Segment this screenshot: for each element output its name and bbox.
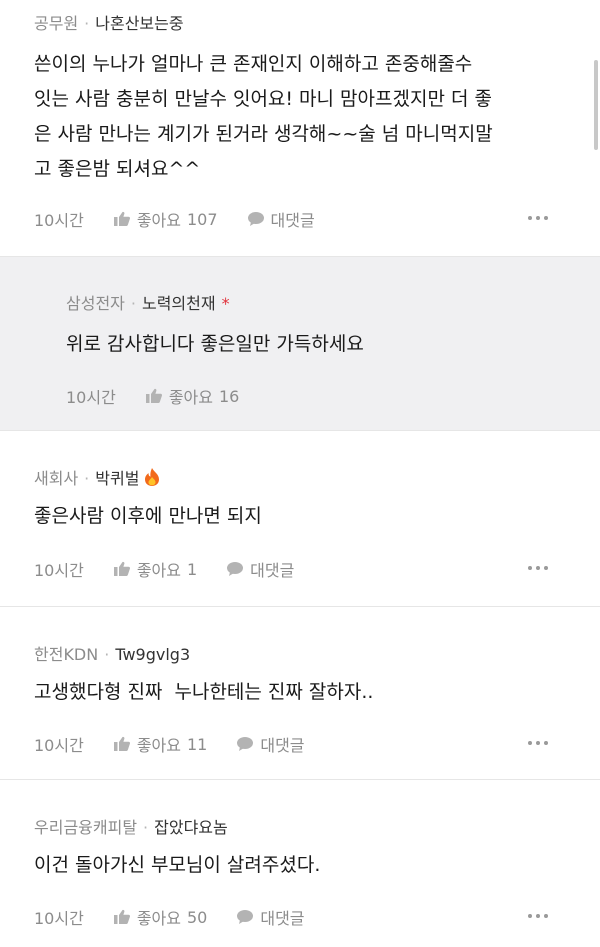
comment-actions: 10시간 좋아요 16: [66, 384, 239, 408]
reply-button[interactable]: 대댓글: [236, 732, 305, 756]
separator-dot: ·: [143, 818, 149, 837]
author-nickname: 잡았댜요놈: [154, 818, 228, 837]
comment-time: 10시간: [34, 561, 84, 580]
comment-author[interactable]: 우리금융캐피탈 · 잡았댜요놈: [34, 814, 228, 838]
more-dot-icon: [544, 566, 548, 570]
reply-button[interactable]: 대댓글: [236, 905, 305, 929]
comment-author[interactable]: 새회사 · 박퀴벌: [34, 465, 161, 489]
like-button[interactable]: 좋아요 11: [113, 732, 208, 756]
more-dot-icon: [536, 741, 540, 745]
more-dot-icon: [536, 914, 540, 918]
separator-dot: ·: [84, 14, 90, 33]
more-dot-icon: [528, 914, 532, 918]
like-button[interactable]: 좋아요 16: [145, 384, 240, 408]
comment-item: 공무원 · 나혼산보는중 쓴이의 누나가 얼마나 큰 존재인지 이해하고 존중해줄수…: [0, 0, 600, 257]
comment-body: 고생했다형 진짜 누나한테는 진짜 잘하자..: [34, 675, 574, 710]
speech-bubble-icon: [237, 737, 254, 751]
reply-label: 대댓글: [270, 211, 315, 230]
comment-time: 10시간: [66, 388, 116, 407]
fire-icon: [145, 468, 160, 486]
comment-actions: 10시간 좋아요 1 대댓글: [34, 557, 294, 581]
comment-author[interactable]: 삼성전자 · 노력의천재 *: [66, 290, 230, 314]
more-dot-icon: [528, 741, 532, 745]
author-nickname: 나혼산보는중: [95, 14, 184, 33]
comment-line: 위로 감사합니다 좋은일만 가득하세요: [66, 333, 364, 355]
comment-time: 10시간: [34, 736, 84, 755]
comment-item: 우리금융캐피탈 · 잡았댜요놈 이건 돌아가신 부모님이 살려주셨다. 10시간 좋…: [0, 780, 600, 947]
comment-time: 10시간: [34, 211, 84, 230]
reply-item: 삼성전자 · 노력의천재 * 위로 감사합니다 좋은일만 가득하세요 10시간 좋아요…: [0, 257, 600, 431]
more-dot-icon: [528, 216, 532, 220]
comment-body: 좋은사람 이후에 만나면 되지: [34, 499, 574, 534]
comment-line: 고생했다형 진짜 누나한테는 진짜 잘하자..: [34, 681, 374, 703]
post-author-star-icon: *: [221, 294, 230, 313]
more-dot-icon: [536, 566, 540, 570]
author-nickname: 박퀴벌: [95, 469, 140, 488]
thumbs-up-icon: [113, 909, 130, 924]
comment-line: 은 사람 만나는 계기가 된거라 생각해~~술 넘 마니먹지말: [34, 123, 493, 145]
speech-bubble-icon: [237, 910, 254, 924]
comment-body: 이건 돌아가신 부모님이 살려주셨다.: [34, 848, 574, 883]
reply-label: 대댓글: [260, 736, 305, 755]
thumbs-up-icon: [145, 388, 162, 403]
comment-actions: 10시간 좋아요 107 대댓글: [34, 207, 315, 231]
separator-dot: ·: [104, 645, 110, 664]
thumbs-up-icon: [113, 211, 130, 226]
more-dot-icon: [544, 914, 548, 918]
comment-line: 좋은사람 이후에 만나면 되지: [34, 505, 262, 527]
more-options-button[interactable]: [528, 216, 548, 220]
comment-body: 쓴이의 누나가 얼마나 큰 존재인지 이해하고 존중해줄수 잇는 사람 충분히 …: [34, 47, 574, 187]
thumbs-up-icon: [113, 561, 130, 576]
like-label: 좋아요: [136, 211, 181, 230]
like-count: 11: [186, 734, 208, 754]
like-label: 좋아요: [136, 561, 181, 580]
speech-bubble-icon: [247, 212, 264, 226]
speech-bubble-icon: [227, 562, 244, 576]
author-nickname: Tw9gvlg3: [115, 645, 191, 664]
author-company: 삼성전자: [66, 294, 125, 313]
reply-button[interactable]: 대댓글: [226, 557, 294, 581]
like-label: 좋아요: [168, 388, 213, 407]
comment-author[interactable]: 공무원 · 나혼산보는중: [34, 10, 184, 34]
more-options-button[interactable]: [528, 566, 548, 570]
like-count: 16: [218, 386, 240, 406]
comment-actions: 10시간 좋아요 50 대댓글: [34, 905, 305, 929]
author-company: 한전KDN: [34, 645, 99, 664]
like-button[interactable]: 좋아요 107: [113, 207, 218, 231]
reply-label: 대댓글: [260, 909, 305, 928]
comment-line: 이건 돌아가신 부모님이 살려주셨다.: [34, 854, 321, 876]
reply-label: 대댓글: [250, 561, 295, 580]
like-label: 좋아요: [136, 736, 181, 755]
like-count: 107: [186, 209, 218, 229]
more-dot-icon: [528, 566, 532, 570]
separator-dot: ·: [130, 294, 136, 313]
comment-line: 고 좋은밤 되셔요^^: [34, 158, 201, 180]
comment-author[interactable]: 한전KDN · Tw9gvlg3: [34, 641, 190, 665]
comment-line: 잇는 사람 충분히 만날수 잇어요! 마니 맘아프겠지만 더 좋: [34, 88, 492, 110]
more-options-button[interactable]: [528, 914, 548, 918]
author-company: 우리금융캐피탈: [34, 818, 138, 837]
like-label: 좋아요: [136, 909, 181, 928]
comment-actions: 10시간 좋아요 11 대댓글: [34, 732, 305, 756]
more-dot-icon: [544, 216, 548, 220]
reply-button[interactable]: 대댓글: [247, 207, 315, 231]
like-count: 1: [186, 559, 198, 579]
comment-body: 위로 감사합니다 좋은일만 가득하세요: [66, 327, 600, 362]
comment-time: 10시간: [34, 909, 84, 928]
thumbs-up-icon: [113, 736, 130, 751]
like-button[interactable]: 좋아요 50: [113, 905, 208, 929]
author-company: 공무원: [34, 14, 79, 33]
author-company: 새회사: [34, 469, 79, 488]
like-button[interactable]: 좋아요 1: [113, 557, 197, 581]
more-dot-icon: [536, 216, 540, 220]
more-options-button[interactable]: [528, 741, 548, 745]
separator-dot: ·: [84, 469, 90, 488]
comment-line: 쓴이의 누나가 얼마나 큰 존재인지 이해하고 존중해줄수: [34, 53, 473, 75]
comment-item: 새회사 · 박퀴벌 좋은사람 이후에 만나면 되지 10시간 좋아요 1 대댓글: [0, 431, 600, 607]
more-dot-icon: [544, 741, 548, 745]
like-count: 50: [186, 907, 208, 927]
author-nickname: 노력의천재: [141, 294, 216, 313]
comment-item: 한전KDN · Tw9gvlg3 고생했다형 진짜 누나한테는 진짜 잘하자.. 1…: [0, 607, 600, 780]
